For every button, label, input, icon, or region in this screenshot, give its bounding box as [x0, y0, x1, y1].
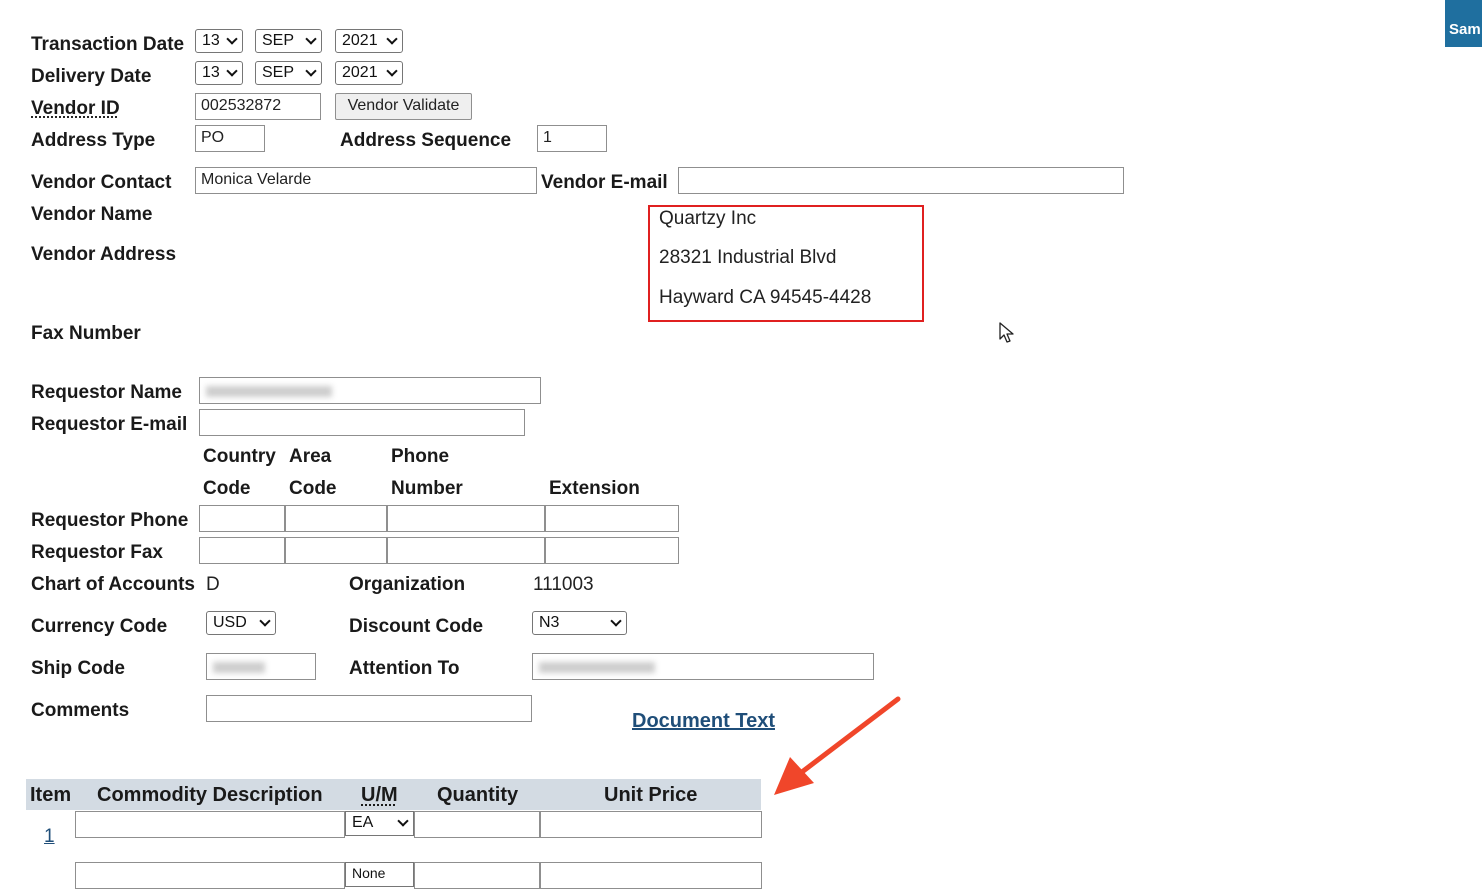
chevron-down-icon: [259, 615, 271, 627]
fax-extension-input[interactable]: [545, 537, 679, 564]
vendor-address-line1: 28321 Industrial Blvd: [659, 247, 837, 268]
chevron-down-icon: [305, 33, 317, 45]
currency-code-label: Currency Code: [31, 616, 168, 637]
vendor-contact-input[interactable]: Monica Velarde: [195, 167, 537, 194]
quantity-input[interactable]: [414, 862, 540, 889]
um-select[interactable]: EA: [345, 811, 414, 836]
commodity-description-input[interactable]: [75, 811, 345, 838]
corner-badge[interactable]: Sam: [1445, 0, 1482, 47]
chevron-down-icon: [397, 815, 409, 827]
transaction-day-select[interactable]: 13: [195, 29, 243, 53]
vendor-address-line2: Hayward CA 94545-4428: [659, 287, 872, 308]
vendor-validate-button[interactable]: Vendor Validate: [335, 93, 472, 120]
vendor-id-label[interactable]: Vendor ID: [31, 98, 120, 120]
vendor-email-input[interactable]: [678, 167, 1124, 194]
fax-area-code-input[interactable]: [285, 537, 387, 564]
country-code-header-line1: Country: [203, 446, 276, 467]
chart-of-accounts-label: Chart of Accounts: [31, 574, 195, 595]
quantity-column-header: Quantity: [437, 784, 519, 806]
fax-number-label: Fax Number: [31, 323, 141, 344]
quantity-input[interactable]: [414, 811, 540, 838]
commodity-description-column-header: Commodity Description: [97, 784, 323, 806]
discount-code-label: Discount Code: [349, 616, 484, 637]
organization-value: 111003: [533, 574, 594, 595]
requestor-email-label: Requestor E-mail: [31, 414, 188, 435]
unit-price-column-header: Unit Price: [604, 784, 698, 806]
item-number-link[interactable]: 1: [44, 826, 55, 848]
extension-header: Extension: [549, 478, 640, 499]
requestor-phone-label: Requestor Phone: [31, 510, 189, 531]
address-type-label: Address Type: [31, 130, 156, 151]
chevron-down-icon: [386, 33, 398, 45]
redacted-value: [206, 386, 332, 397]
phone-number-input[interactable]: [387, 505, 545, 532]
vendor-address-label: Vendor Address: [31, 244, 177, 265]
chevron-down-icon: [305, 65, 317, 77]
um-select[interactable]: None: [345, 862, 414, 887]
delivery-date-label: Delivery Date: [31, 66, 152, 87]
um-column-header[interactable]: U/M: [361, 784, 398, 807]
vendor-contact-label: Vendor Contact: [31, 172, 172, 193]
phone-country-code-input[interactable]: [199, 505, 285, 532]
address-type-input[interactable]: PO: [195, 125, 265, 152]
phone-extension-input[interactable]: [545, 505, 679, 532]
fax-country-code-input[interactable]: [199, 537, 285, 564]
annotation-arrow-icon: [774, 696, 901, 795]
unit-price-input[interactable]: [540, 811, 762, 838]
country-code-header-line2: Code: [203, 478, 251, 499]
item-column-header: Item: [30, 784, 72, 806]
comments-label: Comments: [31, 700, 130, 721]
phone-area-code-input[interactable]: [285, 505, 387, 532]
chevron-down-icon: [610, 615, 622, 627]
corner-badge-label: Sam: [1449, 21, 1481, 38]
unit-price-input[interactable]: [540, 862, 762, 889]
commodity-description-input[interactable]: [75, 862, 345, 889]
delivery-month-select[interactable]: SEP: [255, 61, 322, 85]
phone-number-header-line2: Number: [391, 478, 463, 499]
address-sequence-label: Address Sequence: [340, 130, 512, 151]
chart-of-accounts-value: D: [206, 574, 220, 595]
chevron-down-icon: [226, 65, 238, 77]
vendor-name-value: Quartzy Inc: [659, 208, 757, 229]
requestor-name-label: Requestor Name: [31, 382, 182, 403]
vendor-id-input[interactable]: 002532872: [195, 93, 321, 120]
vendor-name-label: Vendor Name: [31, 204, 153, 225]
document-text-link[interactable]: Document Text: [632, 710, 775, 733]
vendor-email-label: Vendor E-mail: [541, 172, 668, 193]
delivery-year-select[interactable]: 2021: [335, 61, 403, 85]
currency-code-select[interactable]: USD: [206, 611, 276, 635]
transaction-date-label: Transaction Date: [31, 34, 185, 55]
ship-code-input[interactable]: [206, 653, 316, 680]
attention-to-label: Attention To: [349, 658, 460, 679]
attention-to-input[interactable]: [532, 653, 874, 680]
requestor-fax-label: Requestor Fax: [31, 542, 163, 563]
redacted-value: [539, 662, 655, 673]
comments-input[interactable]: [206, 695, 532, 722]
area-code-header-line1: Area: [289, 446, 332, 467]
requestor-email-input[interactable]: [199, 409, 525, 436]
phone-number-header-line1: Phone: [391, 446, 450, 467]
ship-code-label: Ship Code: [31, 658, 125, 679]
address-sequence-input[interactable]: 1: [537, 125, 607, 152]
transaction-year-select[interactable]: 2021: [335, 29, 403, 53]
discount-code-select[interactable]: N3: [532, 611, 627, 635]
redacted-value: [213, 662, 265, 673]
chevron-down-icon: [226, 33, 238, 45]
fax-number-input[interactable]: [387, 537, 545, 564]
delivery-day-select[interactable]: 13: [195, 61, 243, 85]
organization-label: Organization: [349, 574, 466, 595]
area-code-header-line2: Code: [289, 478, 337, 499]
mouse-cursor-icon: [999, 322, 1014, 343]
transaction-month-select[interactable]: SEP: [255, 29, 322, 53]
requestor-name-input[interactable]: [199, 377, 541, 404]
chevron-down-icon: [386, 65, 398, 77]
